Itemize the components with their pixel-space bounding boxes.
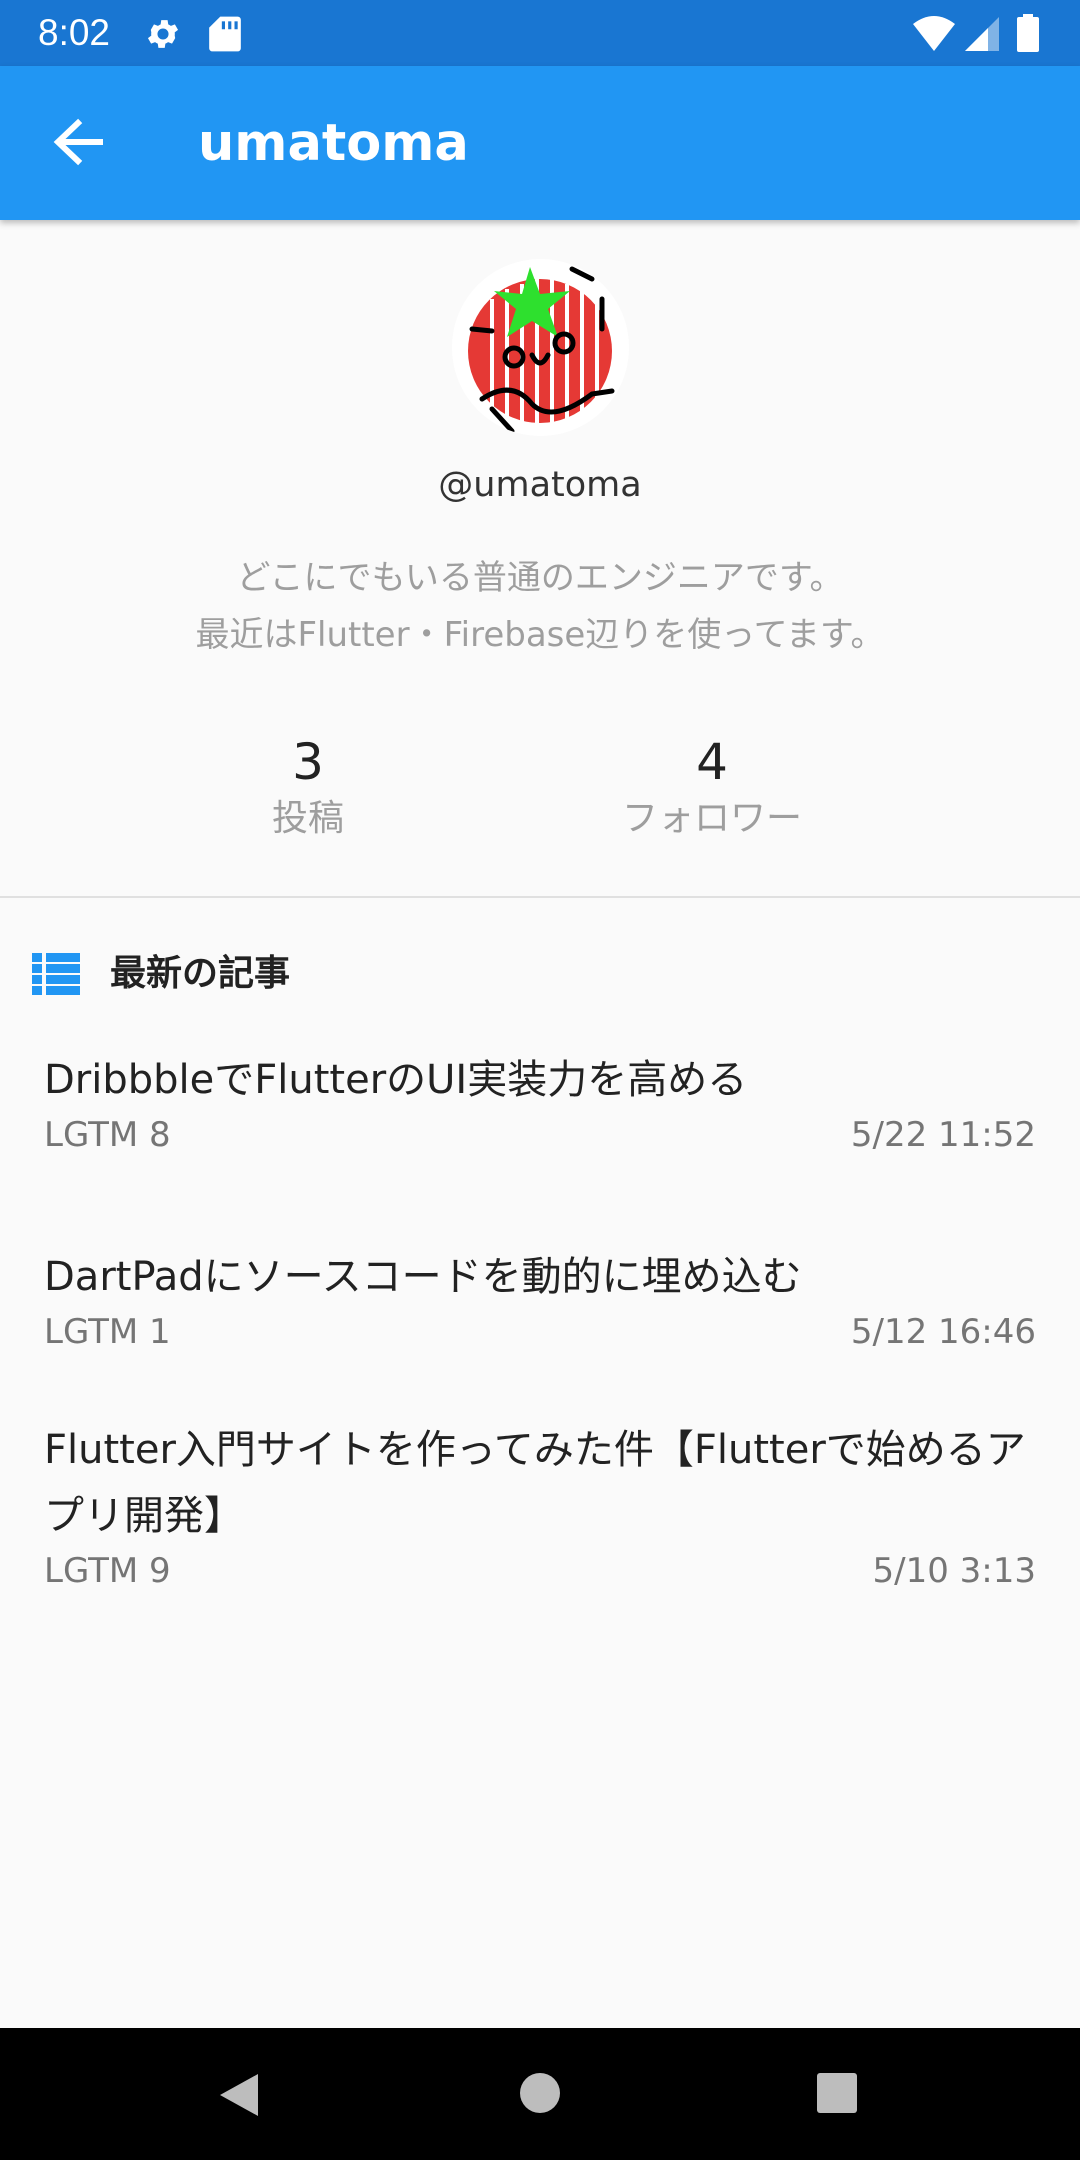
arrow-back-icon xyxy=(53,118,103,166)
posts-label: 投稿 xyxy=(271,798,344,839)
tomato-drawing-avatar xyxy=(452,259,629,436)
section-title: 最新の記事 xyxy=(110,953,291,994)
profile-handle: @umatoma xyxy=(438,465,642,505)
recents-square-icon[interactable] xyxy=(816,2072,858,2114)
followers-label: フォロワー xyxy=(621,798,802,839)
article-date: 5/10 3:13 xyxy=(872,1551,1036,1591)
article-lgtm: LGTM 8 xyxy=(44,1115,171,1155)
settings-icon xyxy=(147,20,179,48)
page-title: umatoma xyxy=(198,114,469,173)
wifi-icon xyxy=(913,16,955,51)
article-title: Flutter入門サイトを作ってみた件【Flutterで始めるアプリ開発】 xyxy=(44,1427,1026,1539)
posts-stat[interactable]: 3 投稿 xyxy=(148,730,468,844)
cell-signal-icon xyxy=(965,17,999,51)
status-time: 8:02 xyxy=(38,12,111,53)
avatar xyxy=(452,259,629,436)
sd-card-icon xyxy=(209,16,241,52)
followers-stat[interactable]: 4 フォロワー xyxy=(552,730,872,844)
article-date: 5/22 11:52 xyxy=(850,1115,1036,1155)
status-bar: 8:02 xyxy=(0,0,1080,66)
article-lgtm: LGTM 9 xyxy=(44,1551,171,1591)
bio-line: 最近はFlutter・Firebase辺りを使ってます。 xyxy=(195,615,885,655)
article-title: DribbbleでFlutterのUI実装力を高める xyxy=(44,1057,748,1103)
article-meta: LGTM 1 5/12 16:46 xyxy=(44,1310,1036,1354)
article-title: DartPadにソースコードを動的に埋め込む xyxy=(44,1254,802,1300)
bio-line: どこにでもいる普通のエンジニアです。 xyxy=(236,558,844,598)
back-triangle-icon[interactable] xyxy=(216,2072,262,2118)
system-nav-bar xyxy=(0,2028,1080,2160)
list-icon xyxy=(32,953,80,995)
posts-count: 3 xyxy=(292,733,324,791)
article-item[interactable]: Flutter入門サイトを作ってみた件【Flutterで始めるアプリ開発】 LG… xyxy=(44,1417,1036,1593)
article-meta: LGTM 9 5/10 3:13 xyxy=(44,1549,1036,1593)
article-item[interactable]: DartPadにソースコードを動的に埋め込む LGTM 1 5/12 16:46 xyxy=(44,1244,1036,1354)
profile-bio: どこにでもいる普通のエンジニアです。 最近はFlutter・Firebase辺り… xyxy=(0,550,1080,664)
app-bar: umatoma xyxy=(0,66,1080,220)
battery-icon xyxy=(1017,14,1039,52)
article-item[interactable]: DribbbleでFlutterのUI実装力を高める LGTM 8 5/22 1… xyxy=(44,1047,1036,1157)
article-meta: LGTM 8 5/22 11:52 xyxy=(44,1113,1036,1157)
divider xyxy=(0,896,1080,898)
article-lgtm: LGTM 1 xyxy=(44,1312,171,1352)
article-date: 5/12 16:46 xyxy=(850,1312,1036,1352)
followers-count: 4 xyxy=(696,733,728,791)
back-button[interactable] xyxy=(38,102,118,182)
home-circle-icon[interactable] xyxy=(519,2072,561,2114)
